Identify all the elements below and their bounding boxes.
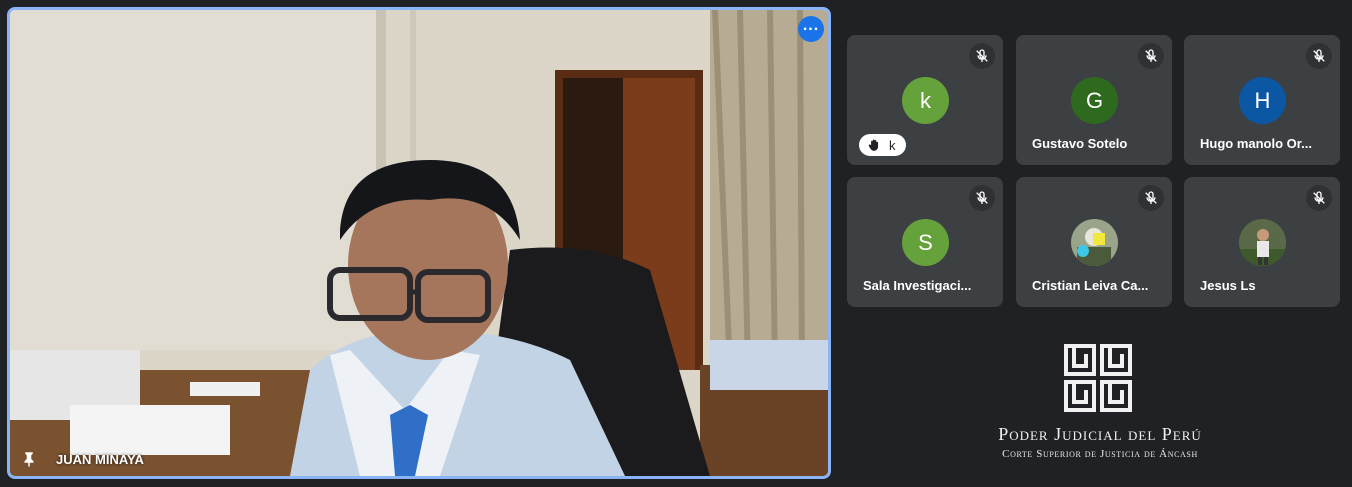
logo-subtitle: Corte Superior de Justicia de Áncash bbox=[1002, 448, 1198, 460]
organization-logo: Poder Judicial del Perú Corte Superior d… bbox=[960, 340, 1240, 470]
pin-icon[interactable] bbox=[20, 450, 38, 468]
mic-off-icon bbox=[1306, 43, 1332, 69]
participant-tile-cristian[interactable]: Cristian Leiva Ca... bbox=[1016, 177, 1172, 307]
participant-tile-sala[interactable]: S Sala Investigaci... bbox=[847, 177, 1003, 307]
more-horiz-icon: ... bbox=[802, 17, 820, 34]
main-video-tile[interactable]: ... JUAN MINAYA bbox=[7, 7, 831, 479]
participant-name: Jesus Ls bbox=[1200, 278, 1256, 293]
avatar: k bbox=[902, 77, 949, 124]
participant-name: Hugo manolo Or... bbox=[1200, 136, 1312, 151]
participant-name: Sala Investigaci... bbox=[863, 278, 972, 293]
participant-tile-jesus[interactable]: Jesus Ls bbox=[1184, 177, 1340, 307]
hand-chip-label: k bbox=[889, 137, 896, 153]
avatar: S bbox=[902, 219, 949, 266]
mic-off-icon bbox=[1138, 185, 1164, 211]
poder-judicial-emblem-icon bbox=[1064, 344, 1132, 412]
speaker-name: JUAN MINAYA bbox=[56, 452, 144, 467]
speaker-video-frame bbox=[10, 10, 828, 476]
more-options-button[interactable]: ... bbox=[798, 16, 824, 42]
raised-hand-icon bbox=[868, 139, 879, 151]
avatar-photo bbox=[1071, 219, 1118, 266]
participant-name: Cristian Leiva Ca... bbox=[1032, 278, 1149, 293]
avatar-photo bbox=[1239, 219, 1286, 266]
avatar: H bbox=[1239, 77, 1286, 124]
participant-tile-gustavo[interactable]: G Gustavo Sotelo bbox=[1016, 35, 1172, 165]
mic-off-icon bbox=[1306, 185, 1332, 211]
mic-off-icon bbox=[969, 43, 995, 69]
avatar: G bbox=[1071, 77, 1118, 124]
participant-tile-k[interactable]: k k bbox=[847, 35, 1003, 165]
mic-off-icon bbox=[1138, 43, 1164, 69]
raised-hand-chip[interactable]: k bbox=[859, 134, 906, 156]
participant-tile-hugo[interactable]: H Hugo manolo Or... bbox=[1184, 35, 1340, 165]
mic-off-icon bbox=[969, 185, 995, 211]
participant-name: Gustavo Sotelo bbox=[1032, 136, 1128, 151]
logo-title: Poder Judicial del Perú bbox=[998, 424, 1202, 444]
